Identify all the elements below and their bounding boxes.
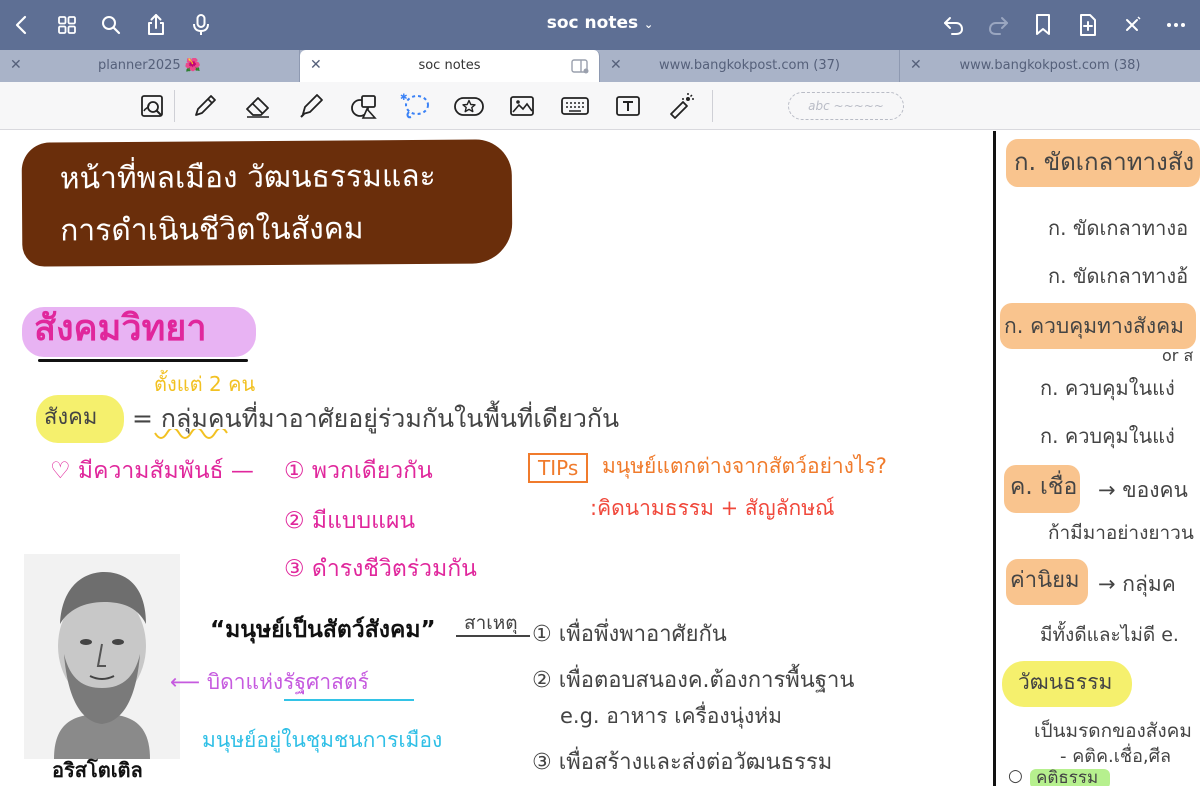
zoom-box-icon[interactable] xyxy=(136,90,168,122)
relation-label: ♡ มีความสัมพันธ์ — xyxy=(50,458,254,484)
tips-answer: :คิดนามธรรม + สัญลักษณ์ xyxy=(590,496,835,520)
redo-icon[interactable] xyxy=(982,9,1014,41)
right-line-12: เป็นมรดกของสังคม xyxy=(1034,720,1192,742)
right-annotation: or ส xyxy=(1162,346,1194,365)
pen-icon[interactable] xyxy=(189,90,221,122)
text-style-preset[interactable]: abc ~~~~~ xyxy=(788,92,904,120)
portrait-caption: อริสโตเติล xyxy=(52,758,143,782)
grid-icon[interactable] xyxy=(51,9,83,41)
right-line-8: ก้ามีมาอย่างยาวน xyxy=(1048,522,1194,544)
right-heading-5: วัฒนธรรม xyxy=(1018,670,1113,694)
father-underline xyxy=(284,699,414,701)
cause-label: สาเหตุ xyxy=(464,612,518,634)
right-line-13: - คติค.เชื่อ,ศีล xyxy=(1060,746,1172,767)
tips-question: มนุษย์แตกต่างจากสัตว์อย่างไร? xyxy=(602,454,887,478)
tab-label: planner2025 🌺 xyxy=(97,58,202,73)
tab-close-icon[interactable]: ✕ xyxy=(10,57,22,73)
right-line-5: ก. ควบคุมในแง่ xyxy=(1040,376,1175,400)
right-heading-3: ค. เชื่อ xyxy=(1010,474,1078,500)
relation-point-1: ① พวกเดียวกัน xyxy=(284,458,433,484)
cause-item-2: ② เพื่อตอบสนองค.ต้องการพื้นฐาน xyxy=(532,668,855,693)
document-title-button[interactable]: soc notes ⌄ xyxy=(547,13,654,33)
right-bullet: ○ xyxy=(1008,766,1023,786)
tab-close-icon[interactable]: ✕ xyxy=(910,57,922,73)
cause-item-1: ① เพื่อพึ่งพาอาศัยกัน xyxy=(532,622,727,647)
tab-label: www.bangkokpost.com (38) xyxy=(959,58,1141,73)
term-label: สังคม xyxy=(44,405,98,430)
relation-point-2: ② มีแบบแผน xyxy=(284,508,416,534)
cause-example: e.g. อาหาร เครื่องนุ่งห่ม xyxy=(560,704,782,728)
right-line-6: ก. ควบคุมในแง่ xyxy=(1040,424,1175,448)
tab-soc-notes[interactable]: ✕ soc notes xyxy=(300,50,600,83)
tab-bangkokpost-38[interactable]: ✕ www.bangkokpost.com (38) xyxy=(900,50,1200,82)
toolbar-divider xyxy=(174,90,175,122)
document-title-text: soc notes xyxy=(546,13,639,33)
tab-bangkokpost-37[interactable]: ✕ www.bangkokpost.com (37) xyxy=(600,50,900,82)
undo-icon[interactable] xyxy=(938,9,970,41)
banner-line-2: การดำเนินชีวิตในสังคม xyxy=(60,211,364,249)
right-heading-4: ค่านิยม xyxy=(1010,568,1080,593)
chevron-down-icon: ⌄ xyxy=(644,18,654,31)
right-line-2: ก. ขัดเกลาทางอ xyxy=(1048,216,1189,240)
tab-planner2025[interactable]: ✕ planner2025 🌺 xyxy=(0,50,300,82)
note-canvas[interactable]: หน้าที่พลเมือง วัฒนธรรมและ การดำเนินชีวิ… xyxy=(0,131,1200,786)
sticker-icon[interactable] xyxy=(453,90,485,122)
right-line-9b: → กลุ่มค xyxy=(1098,572,1176,596)
aristotle-portrait xyxy=(24,554,180,759)
page-divider xyxy=(993,131,996,786)
svg-text:✱: ✱ xyxy=(400,93,408,103)
right-line-10: มีทั้งดีและไม่ดี e. xyxy=(1040,624,1179,646)
back-chevron-icon[interactable] xyxy=(6,9,38,41)
squiggle-underline xyxy=(154,429,228,439)
search-icon[interactable] xyxy=(95,9,127,41)
annotation-note: ตั้งแต่ 2 คน xyxy=(154,372,256,396)
tips-box: TIPs xyxy=(528,453,589,483)
cause-item-3: ③ เพื่อสร้างและส่งต่อวัฒนธรรม xyxy=(532,750,833,775)
right-line-14: คติธรรม xyxy=(1036,768,1099,786)
lasso-icon[interactable]: ✱ xyxy=(400,90,432,122)
banner-line-1: หน้าที่พลเมือง วัฒนธรรมและ xyxy=(59,158,436,197)
document-title: soc notes ⌄ xyxy=(0,13,1200,33)
share-icon[interactable] xyxy=(140,9,172,41)
keyboard-icon[interactable] xyxy=(559,90,591,122)
cause-underline xyxy=(456,635,530,637)
close-x-icon[interactable] xyxy=(1116,9,1148,41)
section-heading: สังคมวิทยา xyxy=(34,308,207,349)
eraser-icon[interactable] xyxy=(242,90,274,122)
right-line-3: ก. ขัดเกลาทางอ้ xyxy=(1048,264,1189,288)
add-page-icon[interactable] xyxy=(1072,9,1104,41)
shapes-icon[interactable] xyxy=(348,90,380,122)
tab-bar: ✕ planner2025 🌺 ✕ soc notes ✕ www.bangko… xyxy=(0,50,1200,83)
more-dots-icon[interactable] xyxy=(1160,9,1192,41)
title-banner: หน้าที่พลเมือง วัฒนธรรมและ การดำเนินชีวิ… xyxy=(21,139,513,267)
right-line-7b: → ของคน xyxy=(1098,478,1188,502)
tab-close-icon[interactable]: ✕ xyxy=(310,57,322,73)
split-view-icon[interactable] xyxy=(571,58,589,78)
bookmark-icon[interactable] xyxy=(1027,9,1059,41)
text-box-icon[interactable] xyxy=(612,90,644,122)
right-heading-1: ก. ขัดเกลาทางสัง xyxy=(1014,148,1195,176)
heading-underline xyxy=(38,359,248,362)
text-style-preview: abc ~~~~~ xyxy=(808,99,884,113)
top-navigation-bar: soc notes ⌄ xyxy=(0,0,1200,50)
tab-label: soc notes xyxy=(418,58,481,73)
tab-label: www.bangkokpost.com (37) xyxy=(659,58,840,73)
toolbar-divider xyxy=(712,90,713,122)
quote-text: “มนุษย์เป็นสัตว์สังคม” xyxy=(210,617,436,643)
goodnotes-app: soc notes ⌄ ✕ planner2025 🌺 ✕ soc notes xyxy=(0,0,1200,786)
image-icon[interactable] xyxy=(506,90,538,122)
right-heading-2: ก. ควบคุมทางสังคม xyxy=(1004,314,1184,338)
laser-pointer-icon[interactable] xyxy=(665,90,697,122)
tab-close-icon[interactable]: ✕ xyxy=(610,57,622,73)
father-of-political-science: ⟵ บิดาแห่งรัฐศาสตร์ xyxy=(170,670,369,694)
microphone-icon[interactable] xyxy=(185,9,217,41)
relation-point-3: ③ ดำรงชีวิตร่วมกัน xyxy=(284,556,477,582)
highlighter-icon[interactable] xyxy=(295,90,327,122)
drawing-toolbar: ✱ abc ~~~~~ xyxy=(0,82,1200,130)
polis-note: มนุษย์อยู่ในชุมชนการเมือง xyxy=(202,728,443,752)
